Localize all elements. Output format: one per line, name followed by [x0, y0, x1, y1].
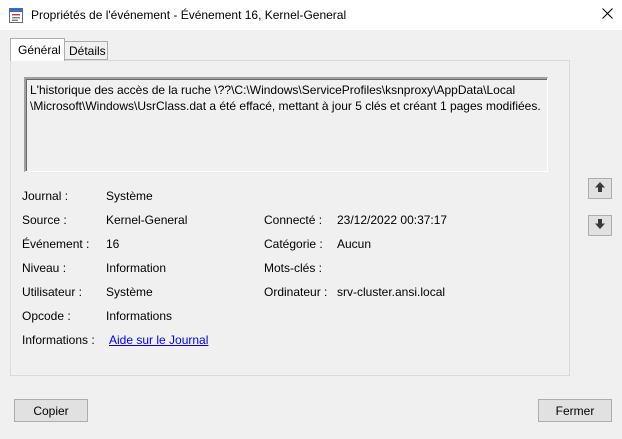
previous-event-button[interactable]	[588, 178, 612, 199]
title-bar: Propriétés de l'événement - Événement 16…	[0, 0, 622, 30]
source-value: Kernel-General	[106, 213, 188, 227]
arrow-down-icon	[594, 218, 606, 233]
window-title: Propriétés de l'événement - Événement 16…	[31, 8, 347, 22]
user-value: Système	[106, 285, 153, 299]
source-label: Source :	[22, 213, 67, 227]
computer-value: srv-cluster.ansi.local	[337, 285, 446, 299]
user-label: Utilisateur :	[22, 285, 83, 299]
tab-details[interactable]: Détails	[64, 41, 108, 60]
level-value: Information	[106, 261, 167, 275]
opcode-value: Informations	[106, 309, 173, 323]
event-id-label: Événement :	[22, 237, 90, 251]
tab-general[interactable]: Général	[10, 38, 65, 61]
close-icon	[601, 8, 613, 22]
journal-value: Système	[106, 189, 153, 203]
opcode-label: Opcode :	[22, 309, 71, 323]
logged-value: 23/12/2022 00:37:17	[337, 213, 448, 227]
close-window-button[interactable]	[592, 0, 622, 30]
event-id-value: 16	[106, 237, 120, 251]
event-description: L'historique des accès de la ruche \??\C…	[30, 83, 541, 113]
more-info-label: Informations :	[22, 333, 95, 347]
event-description-box[interactable]: L'historique des accès de la ruche \??\C…	[24, 77, 548, 172]
event-log-help-link[interactable]: Aide sur le Journal	[109, 333, 208, 347]
arrow-up-icon	[594, 181, 606, 196]
close-button[interactable]: Fermer	[538, 399, 612, 422]
journal-label: Journal :	[22, 189, 69, 203]
level-label: Niveau :	[22, 261, 67, 275]
next-event-button[interactable]	[588, 215, 612, 236]
computer-label: Ordinateur :	[264, 285, 328, 299]
event-properties-icon	[9, 7, 23, 23]
logged-label: Connecté :	[264, 213, 323, 227]
task-category-label: Catégorie :	[264, 237, 323, 251]
keywords-label: Mots-clés :	[264, 261, 323, 275]
copy-button[interactable]: Copier	[14, 399, 88, 422]
task-category-value: Aucun	[337, 237, 372, 251]
